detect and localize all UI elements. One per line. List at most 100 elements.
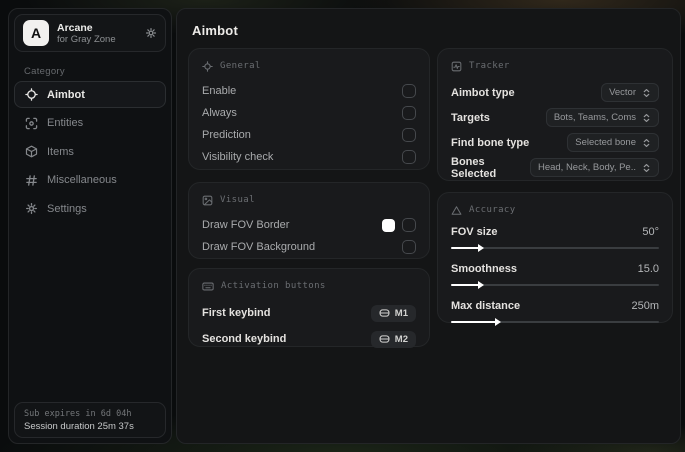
aimbot-type-select[interactable]: Vector: [601, 83, 659, 102]
sidebar-item-label: Miscellaneous: [47, 174, 117, 186]
gear-icon[interactable]: [145, 27, 157, 39]
session-duration-text: Session duration 25m 37s: [24, 421, 134, 432]
hash-icon: [25, 174, 38, 187]
setting-label: Targets: [451, 111, 490, 124]
keybind-value: M1: [394, 307, 408, 319]
general-header: General: [202, 59, 416, 73]
setting-label: Smoothness: [451, 263, 518, 275]
setting-label: Max distance: [451, 300, 521, 312]
sub-expires-text: Sub expires in 6d 04h: [24, 409, 132, 419]
mouse-icon: [379, 309, 390, 317]
chevrons-up-down-icon: [642, 88, 651, 98]
setting-label: FOV size: [451, 226, 498, 238]
first-keybind-button[interactable]: M1: [370, 304, 416, 322]
chevrons-up-down-icon: [642, 113, 651, 123]
setting-row-draw-fov-border: Draw FOV Border: [202, 214, 416, 236]
crosshair-icon: [202, 60, 213, 72]
sidebar-item-miscellaneous[interactable]: Miscellaneous: [14, 167, 166, 194]
app-header: A Arcane for Gray Zone: [14, 14, 166, 52]
setting-row-enable: Enable: [202, 80, 416, 102]
select-value: Bots, Teams, Coms: [553, 112, 636, 123]
setting-label: Always: [202, 107, 237, 119]
select-value: Selected bone: [575, 137, 636, 148]
draw-fov-background-checkbox[interactable]: [402, 240, 416, 254]
app-logo: A: [23, 20, 49, 46]
sidebar: A Arcane for Gray Zone Category Aimbot E…: [8, 8, 172, 444]
setting-label: Prediction: [202, 129, 251, 141]
slider-thumb[interactable]: [494, 318, 501, 326]
setting-row-first-keybind: First keybind M1: [202, 300, 416, 326]
accuracy-card: Accuracy FOV size 50° Smoothness 15.0 Ma…: [437, 192, 673, 326]
keyboard-icon: [202, 281, 214, 292]
image-icon: [202, 195, 213, 206]
cube-icon: [25, 145, 38, 158]
app-name: Arcane: [57, 21, 93, 34]
gear-icon: [25, 202, 38, 215]
triangle-icon: [451, 205, 462, 216]
setting-row-visibility-check: Visibility check: [202, 146, 416, 168]
app-titles: Arcane for Gray Zone: [57, 22, 137, 45]
setting-label: Find bone type: [451, 136, 530, 149]
always-checkbox[interactable]: [402, 106, 416, 120]
setting-row-always: Always: [202, 102, 416, 124]
setting-row-fov-size: FOV size 50°: [451, 224, 659, 252]
setting-label: Draw FOV Background: [202, 241, 316, 253]
category-label: Category: [24, 66, 65, 77]
sidebar-item-label: Aimbot: [47, 88, 85, 101]
setting-label: Second keybind: [202, 333, 287, 345]
second-keybind-button[interactable]: M2: [370, 330, 416, 348]
tracker-icon: [451, 61, 462, 72]
fov-size-slider[interactable]: [451, 244, 659, 252]
sidebar-nav: Aimbot Entities Items Miscellaneous Sett…: [14, 81, 166, 224]
setting-value: 15.0: [637, 263, 659, 275]
draw-fov-border-checkbox[interactable]: [402, 218, 416, 232]
setting-row-second-keybind: Second keybind M2: [202, 326, 416, 352]
setting-label: First keybind: [202, 307, 271, 319]
bones-selected-select[interactable]: Head, Neck, Body, Pe..: [529, 158, 659, 177]
setting-row-prediction: Prediction: [202, 124, 416, 146]
tracker-card: Tracker Aimbot type Vector Targets Bots,…: [437, 48, 673, 181]
select-value: Head, Neck, Body, Pe..: [537, 162, 636, 173]
setting-row-max-distance: Max distance 250m: [451, 298, 659, 326]
smoothness-slider[interactable]: [451, 281, 659, 289]
general-card: General Enable Always Prediction Visibil…: [188, 48, 430, 170]
setting-row-smoothness: Smoothness 15.0: [451, 261, 659, 289]
crosshair-icon: [25, 88, 38, 101]
color-swatch[interactable]: [382, 218, 395, 232]
setting-value: 50°: [642, 226, 659, 238]
app-subtitle: for Gray Zone: [57, 33, 116, 45]
page-title: Aimbot: [192, 23, 238, 38]
sidebar-item-label: Settings: [47, 202, 87, 215]
mouse-icon: [379, 335, 390, 343]
setting-row-find-bone-type: Find bone type Selected bone: [451, 130, 659, 155]
setting-row-bones-selected: Bones Selected Head, Neck, Body, Pe..: [451, 155, 659, 180]
prediction-checkbox[interactable]: [402, 128, 416, 142]
app-window: A Arcane for Gray Zone Category Aimbot E…: [0, 0, 685, 452]
sidebar-item-settings[interactable]: Settings: [14, 195, 166, 222]
setting-row-draw-fov-background: Draw FOV Background: [202, 236, 416, 258]
subscription-info: Sub expires in 6d 04h Session duration 2…: [14, 402, 166, 438]
enable-checkbox[interactable]: [402, 84, 416, 98]
setting-row-aimbot-type: Aimbot type Vector: [451, 80, 659, 105]
visibility-check-checkbox[interactable]: [402, 150, 416, 164]
sidebar-item-entities[interactable]: Entities: [14, 110, 166, 137]
slider-thumb[interactable]: [478, 244, 485, 252]
main-panel: Aimbot General Enable Always Prediction …: [176, 8, 681, 444]
slider-thumb[interactable]: [478, 281, 485, 289]
chevrons-up-down-icon: [642, 163, 651, 173]
targets-select[interactable]: Bots, Teams, Coms: [545, 108, 659, 127]
setting-label: Visibility check: [202, 151, 274, 163]
accuracy-header: Accuracy: [451, 203, 659, 217]
sidebar-item-label: Items: [47, 145, 74, 158]
find-bone-type-select[interactable]: Selected bone: [567, 133, 659, 152]
max-distance-slider[interactable]: [451, 318, 659, 326]
sidebar-item-items[interactable]: Items: [14, 138, 166, 165]
chevrons-up-down-icon: [642, 138, 651, 148]
tracker-header: Tracker: [451, 59, 659, 73]
keybind-value: M2: [394, 333, 408, 345]
sidebar-item-aimbot[interactable]: Aimbot: [14, 81, 166, 108]
section-title: General: [220, 61, 261, 71]
sidebar-item-label: Entities: [47, 117, 84, 129]
section-title: Accuracy: [469, 205, 516, 215]
activation-header: Activation buttons: [202, 279, 416, 293]
